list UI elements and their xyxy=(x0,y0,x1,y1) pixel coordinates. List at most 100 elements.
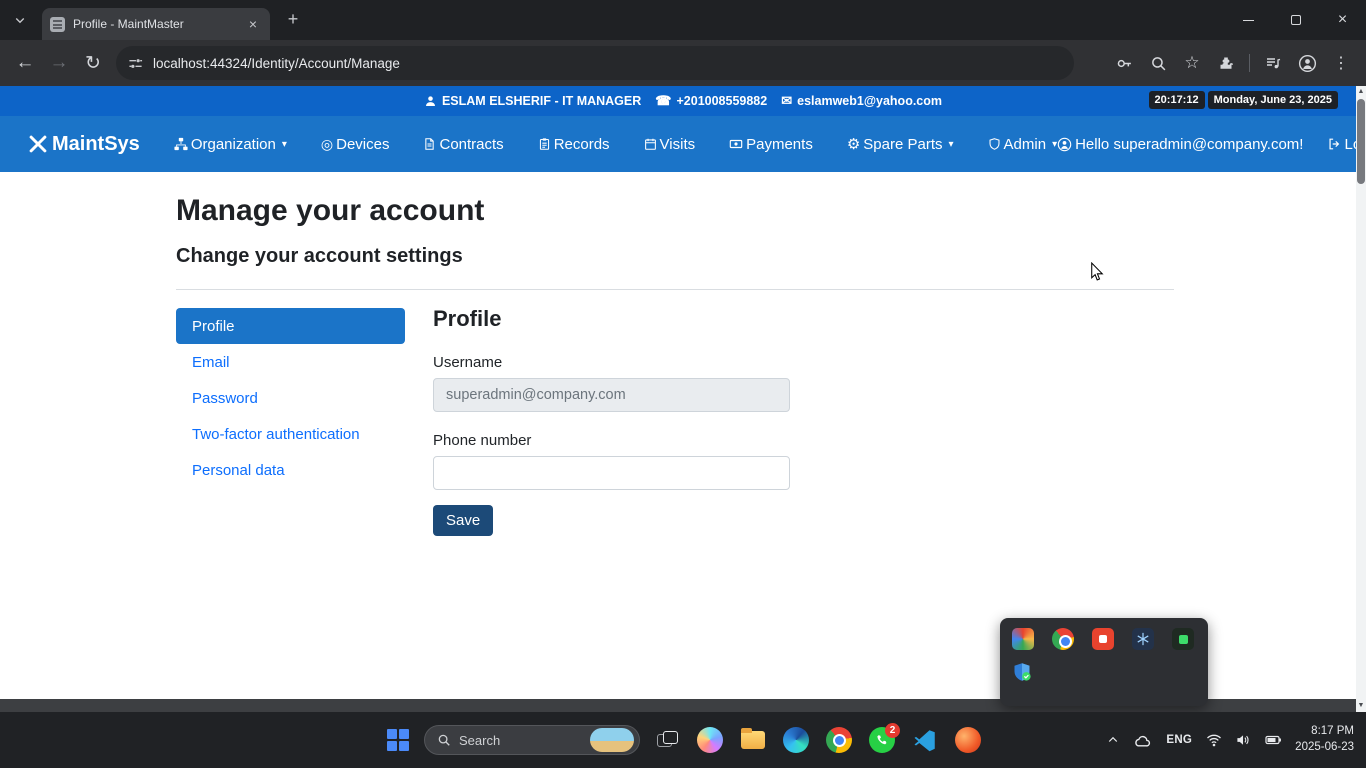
tray-app-icon-3[interactable] xyxy=(1132,628,1154,650)
nav-item-admin[interactable]: Admin ▾ xyxy=(988,136,1057,153)
window-close-button[interactable]: × xyxy=(1319,0,1366,40)
clock-date: 2025-06-23 xyxy=(1295,741,1354,753)
browser-tab[interactable]: Profile - MaintMaster × xyxy=(42,8,270,40)
reload-button[interactable]: ↻ xyxy=(78,48,108,78)
window-controls: × xyxy=(1225,0,1366,40)
username-field[interactable] xyxy=(433,378,790,412)
bookmark-star-icon[interactable]: ☆ xyxy=(1177,48,1207,78)
save-button[interactable]: Save xyxy=(433,505,494,536)
sitemap-icon xyxy=(174,137,188,151)
url-text[interactable]: localhost:44324/Identity/Account/Manage xyxy=(153,56,400,71)
page-scrollbar[interactable]: ▲ ▼ xyxy=(1356,86,1366,712)
nav-greeting-link[interactable]: Hello superadmin@company.com! xyxy=(1057,136,1303,153)
phone-icon: ☎ xyxy=(655,93,672,108)
scrollbar-up-arrow[interactable]: ▲ xyxy=(1356,86,1366,98)
user-email: eslamweb1@yahoo.com xyxy=(797,94,943,108)
profile-avatar-icon[interactable] xyxy=(1292,48,1322,78)
tray-app-icon-4[interactable] xyxy=(1172,628,1194,650)
clock-time: 8:17 PM xyxy=(1311,725,1354,738)
address-bar[interactable]: localhost:44324/Identity/Account/Manage xyxy=(116,46,1074,80)
edge-button[interactable] xyxy=(776,712,816,768)
tray-app-icon-1[interactable] xyxy=(1012,628,1034,650)
taskbar-clock[interactable]: 8:17 PM 2025-06-23 xyxy=(1289,724,1366,755)
nav-item-organization[interactable]: Organization ▾ xyxy=(174,136,287,153)
chrome-icon xyxy=(826,727,852,753)
scrollbar-thumb[interactable] xyxy=(1357,99,1365,184)
main-navbar: MaintSys Organization ▾ ◎ Devices Contrac… xyxy=(0,116,1366,172)
tray-chrome-icon[interactable] xyxy=(1052,628,1074,650)
nav-item-payments[interactable]: Payments xyxy=(729,136,813,153)
speaker-icon[interactable] xyxy=(1229,712,1258,768)
taskbar-search-box[interactable]: Search xyxy=(424,725,640,755)
brand-logo[interactable]: MaintSys xyxy=(28,133,140,156)
search-highlight-image[interactable] xyxy=(590,728,634,752)
windows-taskbar: Search 2 ENG 8:17 PM 2025-06-23 xyxy=(0,712,1366,768)
chrome-button[interactable] xyxy=(819,712,859,768)
phone-number-field[interactable] xyxy=(433,456,790,490)
file-explorer-button[interactable] xyxy=(733,712,773,768)
tab-title: Profile - MaintMaster xyxy=(73,17,184,31)
language-indicator[interactable]: ENG xyxy=(1159,712,1199,768)
folder-icon xyxy=(741,728,765,749)
browser-menu-kebab-icon[interactable]: ⋮ xyxy=(1326,48,1356,78)
wifi-icon[interactable] xyxy=(1199,712,1229,768)
shield-icon xyxy=(989,138,1000,150)
tab-search-chevron-icon[interactable] xyxy=(6,6,34,34)
back-button[interactable]: ← xyxy=(10,48,40,78)
section-title: Profile xyxy=(433,306,502,331)
document-icon xyxy=(425,138,435,150)
search-lens-icon[interactable] xyxy=(1143,48,1173,78)
battery-icon[interactable] xyxy=(1258,712,1289,768)
toolbar-divider xyxy=(1249,54,1250,72)
username-label: Username xyxy=(433,354,503,371)
edge-icon xyxy=(783,727,809,753)
tray-app-icon-2[interactable] xyxy=(1092,628,1114,650)
site-info-icon[interactable] xyxy=(128,56,143,71)
nav-item-contracts[interactable]: Contracts xyxy=(423,136,504,153)
whatsapp-badge: 2 xyxy=(885,723,900,738)
nav-item-spare-parts[interactable]: ⚙ Spare Parts ▾ xyxy=(846,135,954,154)
app-orange-icon xyxy=(955,727,981,753)
task-view-button[interactable] xyxy=(648,712,688,768)
user-info-bar: ESLAM ELSHERIF - IT MANAGER ☎ +201008559… xyxy=(0,86,1366,116)
window-minimize-button[interactable] xyxy=(1225,0,1272,40)
browser-tab-strip: Profile - MaintMaster × + × xyxy=(0,0,1366,40)
search-label: Search xyxy=(459,732,501,748)
nav-item-records[interactable]: Records xyxy=(538,136,610,153)
forward-button[interactable]: → xyxy=(44,48,74,78)
sidenav-personal-data[interactable]: Personal data xyxy=(176,452,405,488)
tray-chevron-up-icon[interactable] xyxy=(1100,712,1126,768)
gear-icon: ⚙ xyxy=(846,136,861,153)
tab-favicon xyxy=(50,16,65,32)
sidenav-profile[interactable]: Profile xyxy=(176,308,405,344)
password-key-icon[interactable] xyxy=(1109,48,1139,78)
clipboard-icon xyxy=(539,138,549,150)
sidenav-password[interactable]: Password xyxy=(176,380,405,416)
vscode-button[interactable] xyxy=(905,712,945,768)
media-controls-icon[interactable] xyxy=(1258,48,1288,78)
nav-item-visits[interactable]: Visits xyxy=(644,136,695,153)
chevron-down-icon: ▾ xyxy=(948,138,954,150)
onedrive-cloud-icon[interactable] xyxy=(1126,712,1159,768)
start-button[interactable] xyxy=(378,712,418,768)
calendar-icon xyxy=(644,138,656,150)
new-tab-button[interactable]: + xyxy=(280,7,306,33)
browser-toolbar: ← → ↻ localhost:44324/Identity/Account/M… xyxy=(0,40,1366,86)
clock-badge: 20:17:12 xyxy=(1148,91,1205,109)
task-view-icon xyxy=(657,731,679,749)
cash-icon xyxy=(729,139,743,149)
scrollbar-down-arrow[interactable]: ▼ xyxy=(1356,700,1366,712)
extensions-puzzle-icon[interactable] xyxy=(1211,48,1241,78)
window-maximize-button[interactable] xyxy=(1272,0,1319,40)
app-orange-button[interactable] xyxy=(948,712,988,768)
account-side-nav: Profile Email Password Two-factor authen… xyxy=(176,308,405,488)
navbar-menu: Organization ▾ ◎ Devices Contracts Record… xyxy=(174,135,1057,153)
windows-security-shield-icon[interactable] xyxy=(1012,662,1034,684)
nav-item-devices[interactable]: ◎ Devices xyxy=(321,136,390,153)
sidenav-email[interactable]: Email xyxy=(176,344,405,380)
whatsapp-button[interactable]: 2 xyxy=(862,712,902,768)
tab-close-icon[interactable]: × xyxy=(244,15,262,33)
sidenav-two-factor[interactable]: Two-factor authentication xyxy=(176,416,405,452)
copilot-button[interactable] xyxy=(690,712,730,768)
person-icon xyxy=(426,95,435,106)
